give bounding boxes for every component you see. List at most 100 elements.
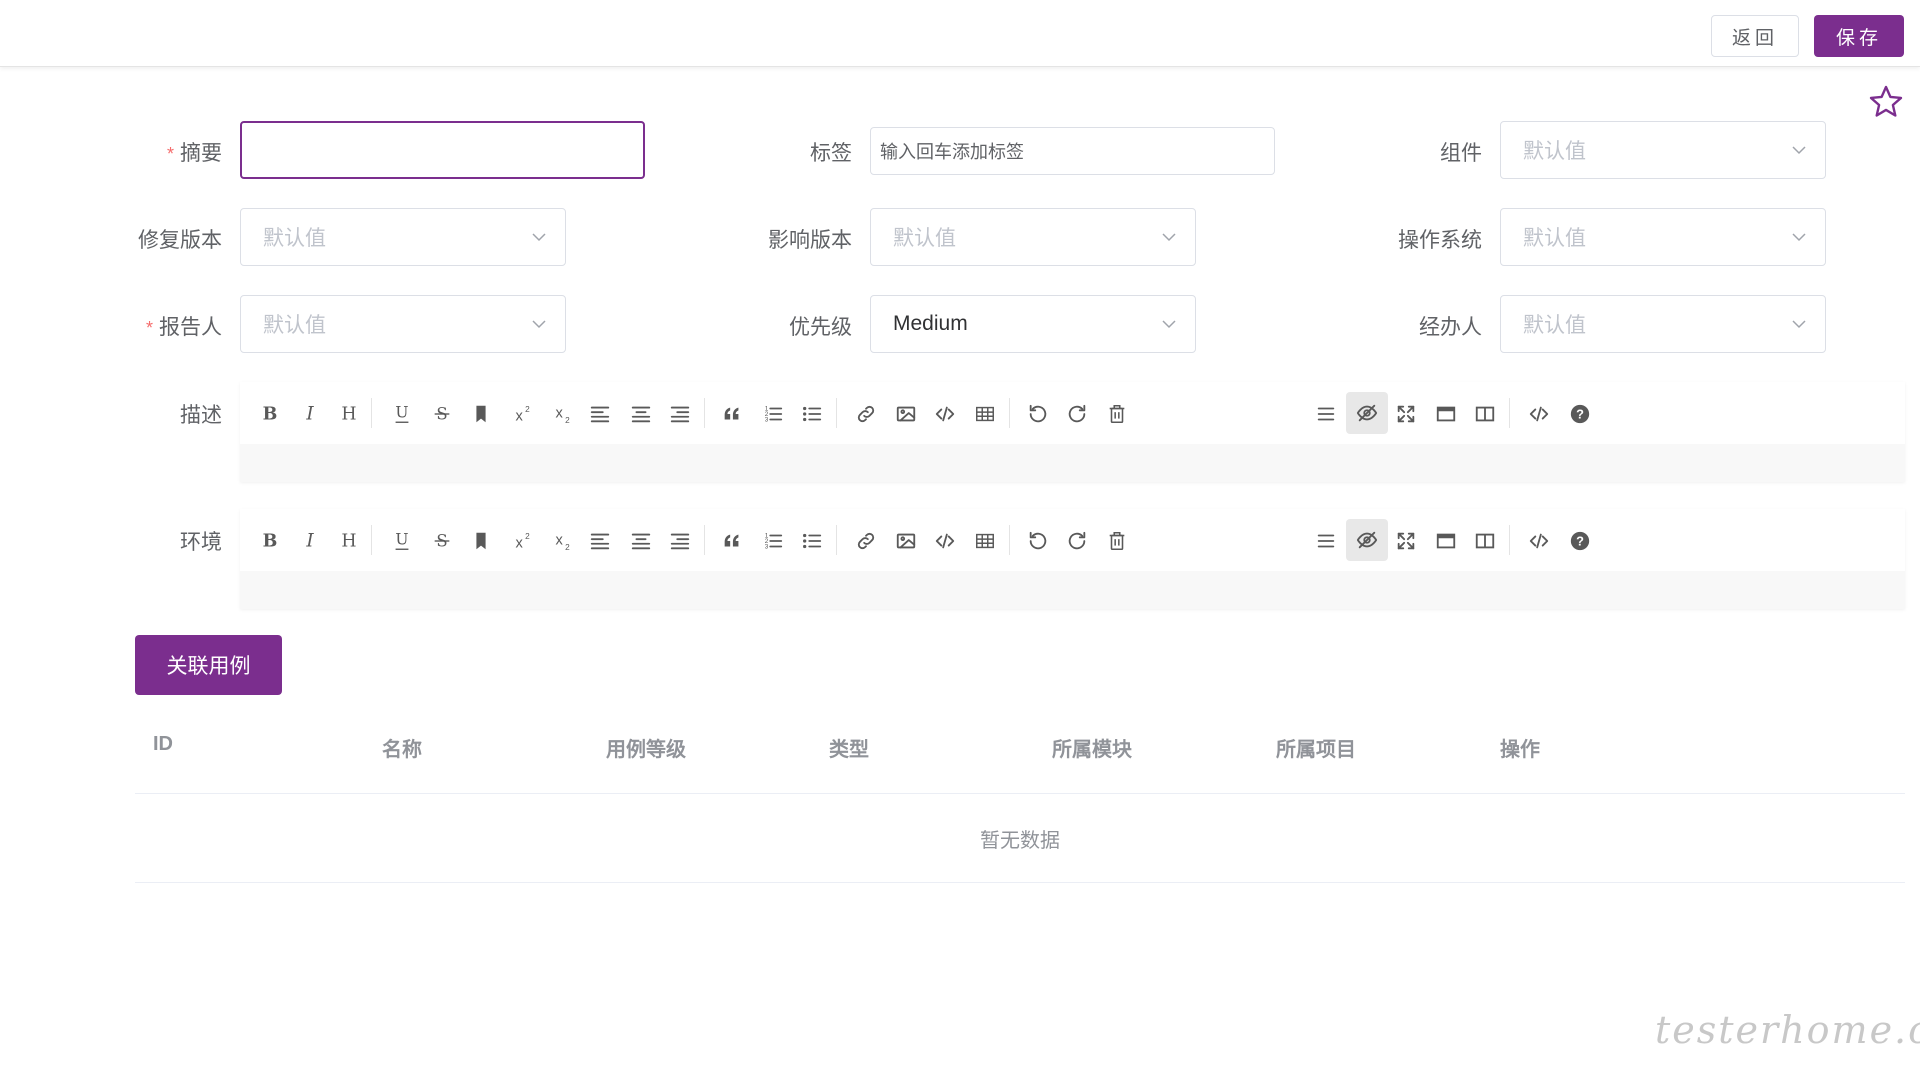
- svg-text:3: 3: [765, 416, 769, 423]
- required-marker: *: [166, 144, 174, 164]
- align-right-icon[interactable]: [665, 527, 695, 555]
- header-icon[interactable]: H: [334, 527, 364, 555]
- description-editor-body[interactable]: [240, 444, 1905, 482]
- unordered-list-icon[interactable]: [797, 400, 827, 428]
- toolbar-separator: [704, 525, 705, 555]
- toolbar-separator: [371, 398, 372, 428]
- assignee-label: 经办人: [1419, 316, 1482, 339]
- column-header-type: 类型: [829, 739, 869, 761]
- toolbar-separator: [1509, 398, 1510, 428]
- menu-icon[interactable]: [1311, 527, 1341, 555]
- component-select[interactable]: 默认值: [1500, 121, 1826, 179]
- trash-icon[interactable]: [1102, 527, 1132, 555]
- bold-icon[interactable]: B: [255, 400, 285, 428]
- fullscreen-icon[interactable]: [1391, 400, 1421, 428]
- align-left-icon[interactable]: [585, 400, 615, 428]
- reporter-select[interactable]: 默认值: [240, 295, 566, 353]
- align-left-icon[interactable]: [585, 527, 615, 555]
- affected-version-label: 影响版本: [768, 229, 852, 252]
- svg-text:U: U: [395, 404, 408, 422]
- preview-toggle-icon[interactable]: [1346, 392, 1388, 434]
- reporter-label-text: 报告人: [159, 316, 222, 339]
- os-placeholder: 默认值: [1523, 227, 1586, 250]
- redo-icon[interactable]: [1062, 527, 1092, 555]
- split-view-icon[interactable]: [1470, 400, 1500, 428]
- align-center-icon[interactable]: [626, 527, 656, 555]
- favorite-star-icon[interactable]: [1868, 84, 1904, 120]
- ordered-list-icon[interactable]: 123: [758, 400, 788, 428]
- redo-icon[interactable]: [1062, 400, 1092, 428]
- column-header-actions: 操作: [1500, 739, 1540, 761]
- html-code-icon[interactable]: [1524, 400, 1554, 428]
- bookmark-icon[interactable]: [466, 527, 496, 555]
- image-icon[interactable]: [891, 527, 921, 555]
- window-icon[interactable]: [1431, 527, 1461, 555]
- link-cases-button[interactable]: 关联用例: [135, 635, 282, 695]
- quote-icon[interactable]: [717, 400, 747, 428]
- table-icon[interactable]: [970, 527, 1000, 555]
- save-button[interactable]: 保存: [1814, 15, 1904, 57]
- italic-icon[interactable]: I: [295, 400, 325, 428]
- undo-icon[interactable]: [1023, 527, 1053, 555]
- code-icon[interactable]: [930, 527, 960, 555]
- link-icon[interactable]: [851, 400, 881, 428]
- chevron-down-icon: [1792, 146, 1806, 155]
- affected-version-select[interactable]: 默认值: [870, 208, 1196, 266]
- priority-value: Medium: [893, 312, 968, 335]
- menu-icon[interactable]: [1311, 400, 1341, 428]
- preview-toggle-icon[interactable]: [1346, 519, 1388, 561]
- fix-version-label: 修复版本: [138, 229, 222, 252]
- italic-icon[interactable]: I: [295, 527, 325, 555]
- table-empty-text: 暂无数据: [980, 830, 1060, 852]
- fix-version-select[interactable]: 默认值: [240, 208, 566, 266]
- fullscreen-icon[interactable]: [1391, 527, 1421, 555]
- chevron-down-icon: [1162, 233, 1176, 242]
- os-select[interactable]: 默认值: [1500, 208, 1826, 266]
- strikethrough-icon[interactable]: S: [427, 527, 457, 555]
- html-code-icon[interactable]: [1524, 527, 1554, 555]
- code-icon[interactable]: [930, 400, 960, 428]
- tags-label: 标签: [810, 142, 852, 165]
- help-icon[interactable]: ?: [1565, 527, 1595, 555]
- back-button[interactable]: 返回: [1711, 15, 1799, 57]
- svg-text:x: x: [516, 535, 524, 551]
- image-icon[interactable]: [891, 400, 921, 428]
- toolbar-separator: [704, 398, 705, 428]
- header-icon[interactable]: H: [334, 400, 364, 428]
- window-icon[interactable]: [1431, 400, 1461, 428]
- tags-input[interactable]: 输入回车添加标签: [870, 127, 1275, 175]
- trash-icon[interactable]: [1102, 400, 1132, 428]
- quote-icon[interactable]: [717, 527, 747, 555]
- svg-text:x: x: [516, 408, 524, 424]
- bookmark-icon[interactable]: [466, 400, 496, 428]
- superscript-icon[interactable]: x2: [506, 527, 536, 555]
- undo-icon[interactable]: [1023, 400, 1053, 428]
- underline-icon[interactable]: U: [387, 400, 417, 428]
- superscript-icon[interactable]: x2: [506, 400, 536, 428]
- column-header-module: 所属模块: [1052, 739, 1132, 761]
- reporter-placeholder: 默认值: [263, 314, 326, 337]
- subscript-icon[interactable]: x2: [546, 527, 576, 555]
- component-placeholder: 默认值: [1523, 140, 1586, 163]
- assignee-select[interactable]: 默认值: [1500, 295, 1826, 353]
- priority-select[interactable]: Medium: [870, 295, 1196, 353]
- environment-label: 环境: [180, 531, 222, 554]
- unordered-list-icon[interactable]: [797, 527, 827, 555]
- split-view-icon[interactable]: [1470, 527, 1500, 555]
- summary-input[interactable]: [240, 121, 645, 179]
- svg-text:?: ?: [1576, 407, 1584, 422]
- table-bottom-divider: [135, 882, 1905, 883]
- ordered-list-icon[interactable]: 123: [758, 527, 788, 555]
- link-icon[interactable]: [851, 527, 881, 555]
- align-center-icon[interactable]: [626, 400, 656, 428]
- strikethrough-icon[interactable]: S: [427, 400, 457, 428]
- underline-icon[interactable]: U: [387, 527, 417, 555]
- table-icon[interactable]: [970, 400, 1000, 428]
- environment-editor-body[interactable]: [240, 571, 1905, 609]
- subscript-icon[interactable]: x2: [546, 400, 576, 428]
- bold-icon[interactable]: B: [255, 527, 285, 555]
- toolbar-separator: [836, 525, 837, 555]
- help-icon[interactable]: ?: [1565, 400, 1595, 428]
- svg-text:I: I: [305, 531, 314, 552]
- align-right-icon[interactable]: [665, 400, 695, 428]
